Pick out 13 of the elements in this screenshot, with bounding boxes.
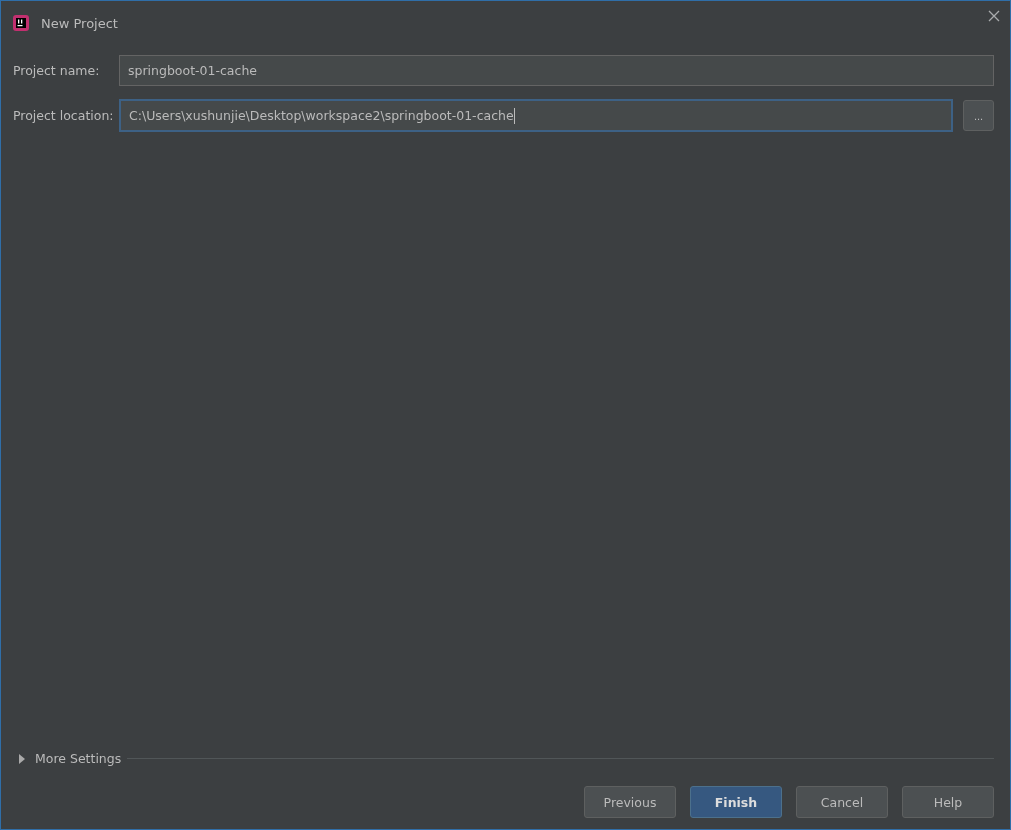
app-logo-icon: [13, 15, 29, 31]
dialog-button[interactable]: Help: [902, 786, 994, 818]
dialog-button[interactable]: Finish: [690, 786, 782, 818]
field-label: Project name:: [13, 63, 101, 78]
text-field[interactable]: C:\Users\xushunjie\Desktop\workspace2\springboot-01-cache: [119, 99, 953, 132]
window-title: New Project: [41, 15, 118, 31]
triangle-right-icon: [19, 753, 25, 764]
text-field[interactable]: springboot-01-cache: [119, 55, 994, 86]
browse-button[interactable]: ...: [963, 100, 994, 131]
close-button[interactable]: [986, 8, 1002, 24]
more-settings-toggle[interactable]: More Settings: [19, 751, 122, 766]
dialog-button[interactable]: Previous: [584, 786, 676, 818]
dialog-button[interactable]: Cancel: [796, 786, 888, 818]
